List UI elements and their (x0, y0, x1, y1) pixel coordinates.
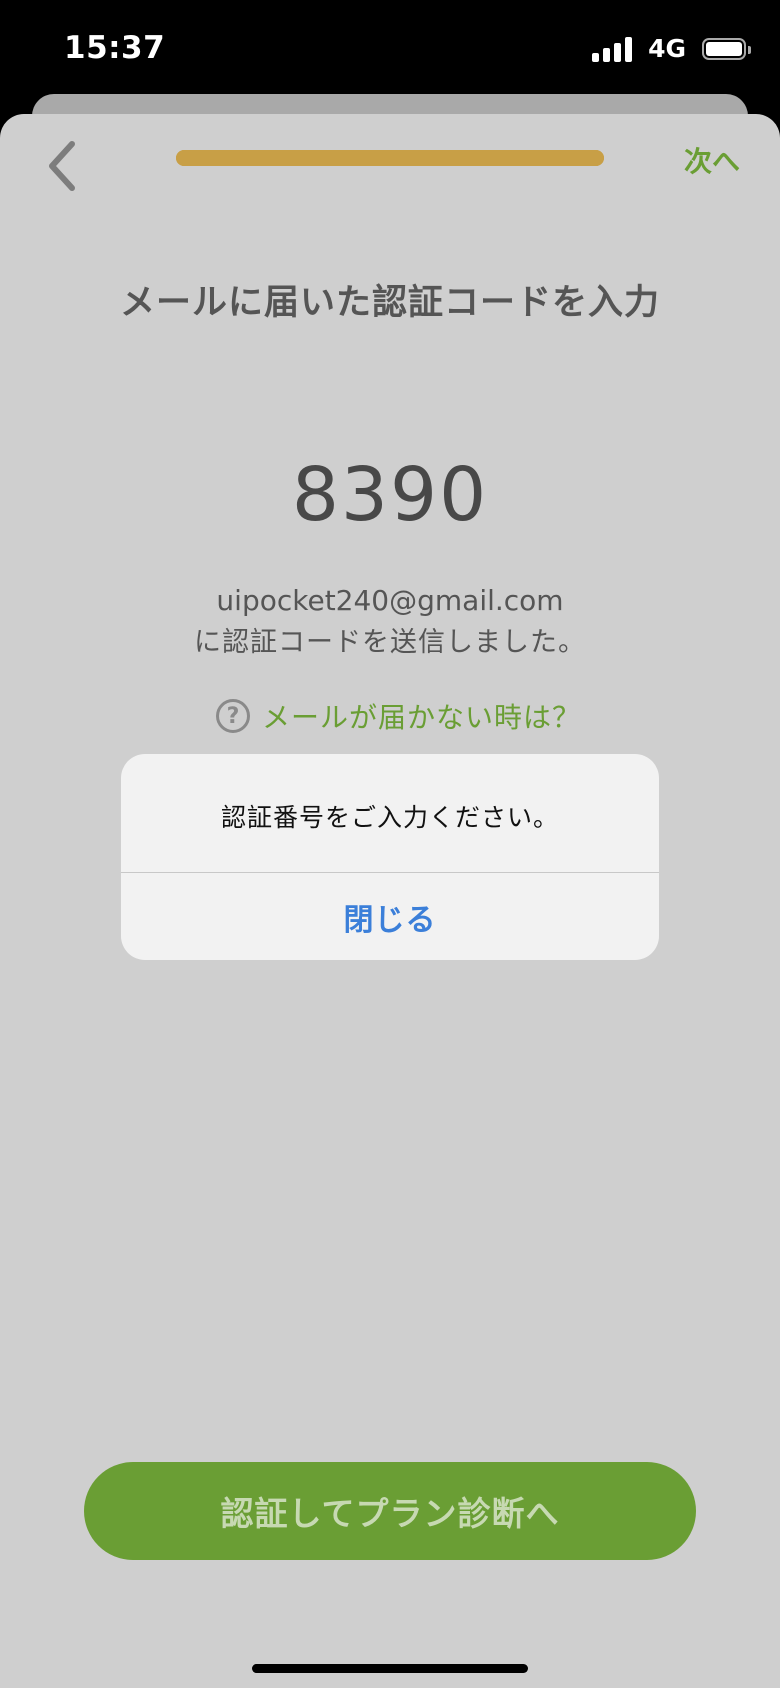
page-title: メールに届いた認証コードを入力 (119, 283, 660, 323)
signal-icon (592, 36, 633, 62)
alert-message: 認証番号をご入力ください。 (220, 803, 559, 832)
back-button[interactable] (44, 136, 84, 196)
battery-icon (702, 37, 751, 60)
alert-close-button[interactable]: 閉じる (121, 873, 659, 960)
sent-message: に認証コードを送信しました。 (194, 627, 586, 658)
status-indicators: 4G (592, 34, 751, 63)
alert-dialog: 認証番号をご入力ください。 閉じる (121, 754, 659, 960)
network-type: 4G (648, 34, 686, 63)
email-address: uipocket240@gmail.com (216, 584, 564, 617)
status-bar: 15:37 4G (0, 0, 780, 100)
home-indicator[interactable] (252, 1664, 528, 1673)
verify-button[interactable]: 認証してプラン診断へ (84, 1462, 696, 1560)
verification-code[interactable]: 8390 (0, 452, 780, 538)
help-link-text: メールが届かない時は？ (262, 701, 582, 734)
next-button[interactable]: 次へ (684, 140, 740, 180)
progress-fill (176, 150, 604, 166)
phone-screen: 15:37 4G 次へ メールに届いた認証コードを入力 8390 uipocke… (0, 0, 780, 1688)
status-time: 15:37 (64, 30, 166, 66)
progress-bar (176, 150, 604, 166)
chevron-left-icon (49, 141, 75, 191)
help-link[interactable]: ? メールが届かない時は？ (216, 696, 581, 736)
question-circle-icon: ? (216, 699, 250, 733)
